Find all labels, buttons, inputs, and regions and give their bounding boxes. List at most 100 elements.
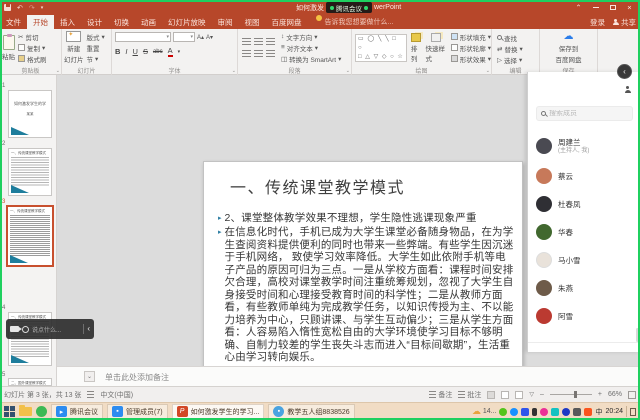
emoji-icon[interactable] [22, 326, 29, 333]
tray-icon[interactable] [510, 408, 518, 416]
zoom-slider[interactable] [550, 394, 592, 395]
taskbar-green-app-icon[interactable] [36, 406, 47, 417]
slide-thumbnail-3-selected[interactable]: 一、传统课堂教学模式 [6, 205, 54, 267]
align-text-button[interactable]: ≡对齐文本▾ [281, 42, 341, 53]
quick-styles-button[interactable]: 快速样式 [425, 33, 446, 63]
member-row[interactable]: 朱燕 [536, 276, 636, 300]
share-button[interactable]: 共享 [612, 17, 636, 28]
close-icon[interactable]: × [621, 0, 638, 15]
shapes-gallery[interactable]: ▭ ◯ ╲ ╲ □ ○ □ △ ▽ ◇ ○ ☆ ○ ☆ { } ▭ [355, 34, 407, 62]
member-row[interactable]: 华春 [536, 220, 636, 244]
collapse-bar-icon[interactable]: ‹ [87, 325, 90, 333]
start-button[interactable] [4, 406, 15, 417]
find-button[interactable]: 查找 [497, 32, 539, 43]
file-explorer-icon[interactable] [19, 407, 32, 416]
volume-icon[interactable] [573, 408, 581, 416]
numbering-icon[interactable] [254, 38, 263, 46]
tab-design[interactable]: 设计 [81, 15, 108, 29]
qat-customize-icon[interactable]: ▾ [41, 5, 44, 11]
slide-thumbnail-1[interactable]: 如何激发学生的学 某某 [8, 90, 52, 138]
member-row[interactable]: 周建兰 (主持人, 我) [536, 134, 636, 158]
ime-indicator[interactable]: 中 [595, 407, 602, 417]
new-slide-button[interactable]: 新建幻灯片 [64, 31, 84, 64]
shape-effects-button[interactable]: 形状效果▾ [451, 53, 491, 64]
paragraph-dialog-launcher[interactable]: ⌄ [346, 68, 350, 74]
member-search-input[interactable] [549, 110, 619, 117]
panel-scrollbar[interactable] [636, 328, 639, 342]
notes-pane[interactable]: ⌄ 单击此处添加备注 [57, 366, 640, 386]
camera-icon[interactable] [10, 326, 19, 332]
tray-icon[interactable] [551, 408, 559, 416]
tab-slideshow[interactable]: 幻灯片放映 [162, 15, 212, 29]
tab-baidu-netdisk[interactable]: 百度网盘 [266, 15, 308, 29]
slide-sorter-view-icon[interactable] [501, 391, 509, 399]
taskbar-powerpoint-button[interactable]: P 如何激发学生的学习... [172, 404, 265, 419]
shape-fill-button[interactable]: 形状填充▾ [451, 31, 491, 42]
taskbar-group-chat-button[interactable]: ▪ 教学五人组8838526 [268, 404, 354, 419]
line-spacing-icon[interactable] [266, 50, 275, 58]
font-color-button[interactable]: A [168, 46, 173, 57]
font-name-combobox[interactable]: ▾ [115, 32, 171, 42]
tab-insert[interactable]: 插入 [54, 15, 81, 29]
chat-input-placeholder[interactable]: 说点什么... [32, 325, 80, 334]
format-painter-button[interactable]: 格式刷 [18, 53, 47, 64]
zoom-slider-thumb[interactable] [574, 391, 577, 398]
zoom-in-icon[interactable]: + [598, 391, 602, 398]
slide-thumbnail-5[interactable]: 二、国外课堂教学模式 [8, 378, 52, 386]
select-button[interactable]: ▷选择▾ [497, 54, 539, 65]
tell-me-search[interactable]: 告诉我您想要做什么... [325, 15, 394, 29]
meeting-collapse-circle-button[interactable]: ‹ [617, 64, 632, 79]
smartart-button[interactable]: ◫转换为 SmartArt▾ [281, 53, 341, 64]
taskbar-manage-members-button[interactable]: ▪ 管理成员(7) [107, 404, 168, 419]
text-direction-button[interactable]: ↕文字方向▾ [281, 31, 341, 42]
tray-icon[interactable] [562, 408, 570, 416]
sign-in-button[interactable]: 登录 [590, 17, 605, 28]
reading-view-icon[interactable] [515, 391, 523, 399]
notification-center-icon[interactable] [626, 406, 636, 417]
shape-outline-button[interactable]: 形状轮廓▾ [451, 42, 491, 53]
weather-widget[interactable]: ☁ 14... [472, 407, 497, 416]
slideshow-view-icon[interactable]: ▽ [529, 391, 534, 398]
slide-thumbnail-2[interactable]: 一、传统课堂教学模式 [8, 148, 52, 196]
meeting-floating-badge[interactable]: 腾讯会议 [326, 2, 372, 13]
minimize-icon[interactable] [587, 0, 604, 15]
tab-review[interactable]: 审阅 [212, 15, 239, 29]
save-icon[interactable] [4, 4, 11, 11]
align-left-icon[interactable] [242, 50, 251, 58]
notes-toggle-button[interactable]: 备注 [429, 390, 452, 400]
cut-button[interactable]: ✂剪切 [18, 31, 47, 42]
tab-file[interactable]: 文件 [0, 15, 27, 29]
indent-icon[interactable] [266, 38, 275, 46]
tray-icon[interactable] [584, 408, 592, 416]
clock[interactable]: 20:24 [605, 408, 623, 415]
comments-status-icon[interactable] [87, 391, 94, 399]
tray-icon[interactable] [540, 408, 548, 416]
arrange-button[interactable]: 排列 [411, 33, 422, 63]
strikethrough-button[interactable]: S [143, 47, 148, 56]
tab-view[interactable]: 视图 [239, 15, 266, 29]
slide-body-textbox[interactable]: ▸ 2、课堂整体教学效果不理想，学生隐性逃课现象严重 ▸ 在信息化时代，手机已成… [218, 212, 514, 365]
tray-icon[interactable] [521, 408, 529, 416]
font-size-combobox[interactable]: ▾ [173, 32, 195, 42]
member-search-box[interactable] [536, 106, 633, 121]
member-row[interactable]: 杜春凤 [536, 192, 636, 216]
replace-button[interactable]: ⇄替换▾ [497, 43, 539, 54]
taskbar-meeting-button[interactable]: ▸ 腾讯会议 [51, 404, 103, 419]
members-icon[interactable] [624, 86, 631, 93]
clear-format-button[interactable]: abc [153, 49, 163, 55]
underline-button[interactable]: U [133, 47, 138, 56]
comments-toggle-button[interactable]: 批注 [458, 390, 481, 400]
undo-icon[interactable]: ↶ [17, 4, 23, 12]
section-button[interactable]: 节▾ [87, 53, 105, 64]
maximize-icon[interactable] [604, 0, 621, 15]
notes-collapse-icon[interactable]: ⌄ [84, 371, 95, 382]
tray-icon[interactable] [499, 408, 507, 416]
ribbon-options-icon[interactable]: ⌃ [570, 0, 587, 15]
font-dialog-launcher[interactable]: ⌄ [232, 68, 236, 74]
tray-icon[interactable] [532, 408, 537, 416]
meeting-quick-bar[interactable]: 说点什么... ‹ [6, 319, 94, 339]
tab-animations[interactable]: 动画 [135, 15, 162, 29]
zoom-level[interactable]: 66% [608, 391, 622, 398]
save-to-baidu-button[interactable]: ☁ 保存到百度网盘 [540, 29, 597, 66]
layout-button[interactable]: 版式▾ [87, 31, 105, 42]
